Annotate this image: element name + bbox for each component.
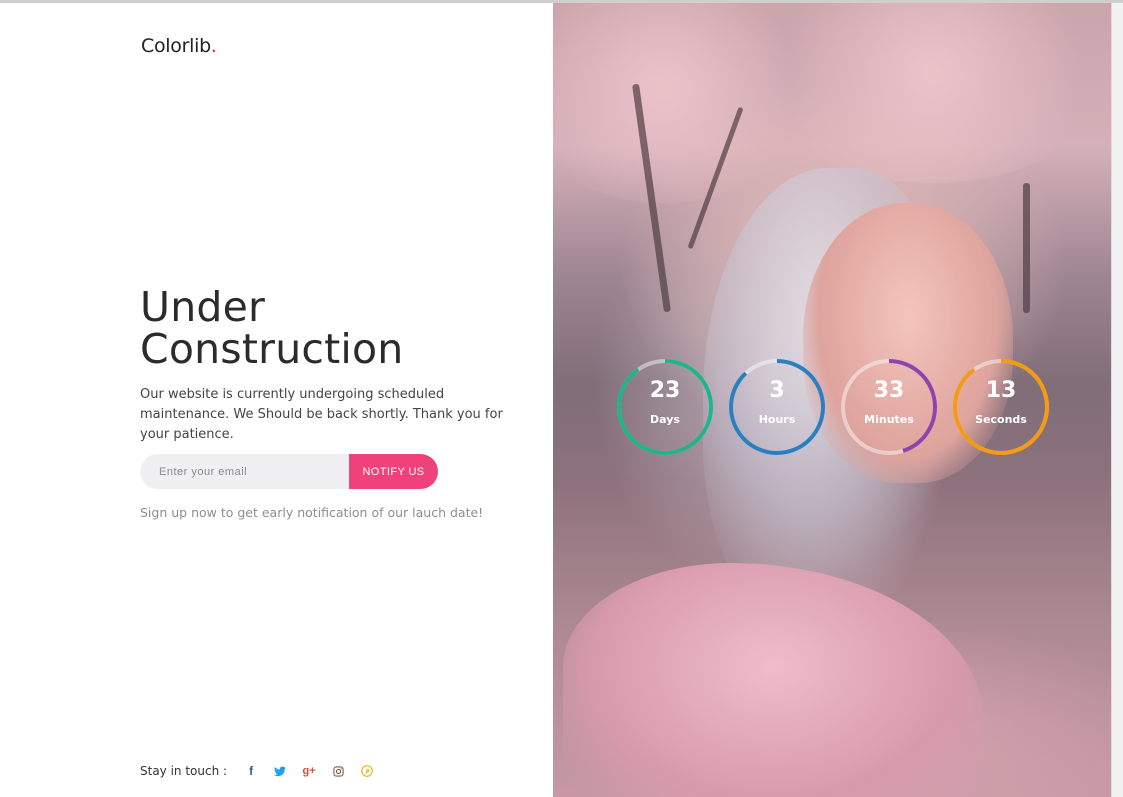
notify-button[interactable]: NOTIFY US (349, 454, 438, 489)
countdown-days: 23 Days (615, 357, 715, 457)
seconds-label: Seconds (975, 413, 1027, 426)
countdown-hours: 3 Hours (727, 357, 827, 457)
tree-trunk-3 (1023, 183, 1030, 313)
days-value: 23 (649, 378, 681, 403)
email-input[interactable] (140, 454, 349, 489)
blossom-tree-right (753, 3, 1111, 183)
twitter-icon[interactable] (274, 764, 287, 778)
countdown-seconds: 13 Seconds (951, 357, 1051, 457)
seconds-value: 13 (985, 378, 1017, 403)
minutes-value: 33 (873, 378, 905, 403)
title-line-2: Construction (140, 325, 404, 373)
logo[interactable]: Colorlib. (141, 35, 217, 57)
logo-dot: . (210, 35, 217, 57)
maintenance-description: Our website is currently undergoing sche… (140, 387, 503, 442)
logo-text: Colorlib (141, 35, 211, 57)
minutes-label: Minutes (864, 413, 914, 426)
browser-scrollbar[interactable] (1111, 3, 1123, 797)
page-title: Under Construction (140, 286, 540, 370)
signup-note: Sign up now to get early notification of… (140, 505, 484, 520)
countdown-minutes: 33 Minutes (839, 357, 939, 457)
facebook-icon[interactable]: f (245, 764, 257, 778)
social-links: Stay in touch : f g+ (140, 764, 390, 778)
stay-in-touch-label: Stay in touch : (140, 764, 228, 778)
left-panel: Colorlib. Under Construction Our website… (0, 3, 553, 797)
pinterest-icon[interactable] (361, 764, 373, 778)
countdown-timer: 23 Days 3 Hours 33 Minutes 13 Seconds (615, 357, 1063, 457)
title-line-1: Under (140, 283, 266, 331)
days-label: Days (650, 413, 680, 426)
google-plus-icon[interactable]: g+ (302, 764, 315, 778)
instagram-icon[interactable] (332, 764, 344, 778)
page: Colorlib. Under Construction Our website… (0, 0, 1123, 797)
hours-label: Hours (758, 413, 796, 426)
subscribe-form: NOTIFY US (140, 454, 438, 489)
hero-photo: 23 Days 3 Hours 33 Minutes 13 Seconds (553, 3, 1111, 797)
hours-value: 3 (769, 378, 785, 403)
